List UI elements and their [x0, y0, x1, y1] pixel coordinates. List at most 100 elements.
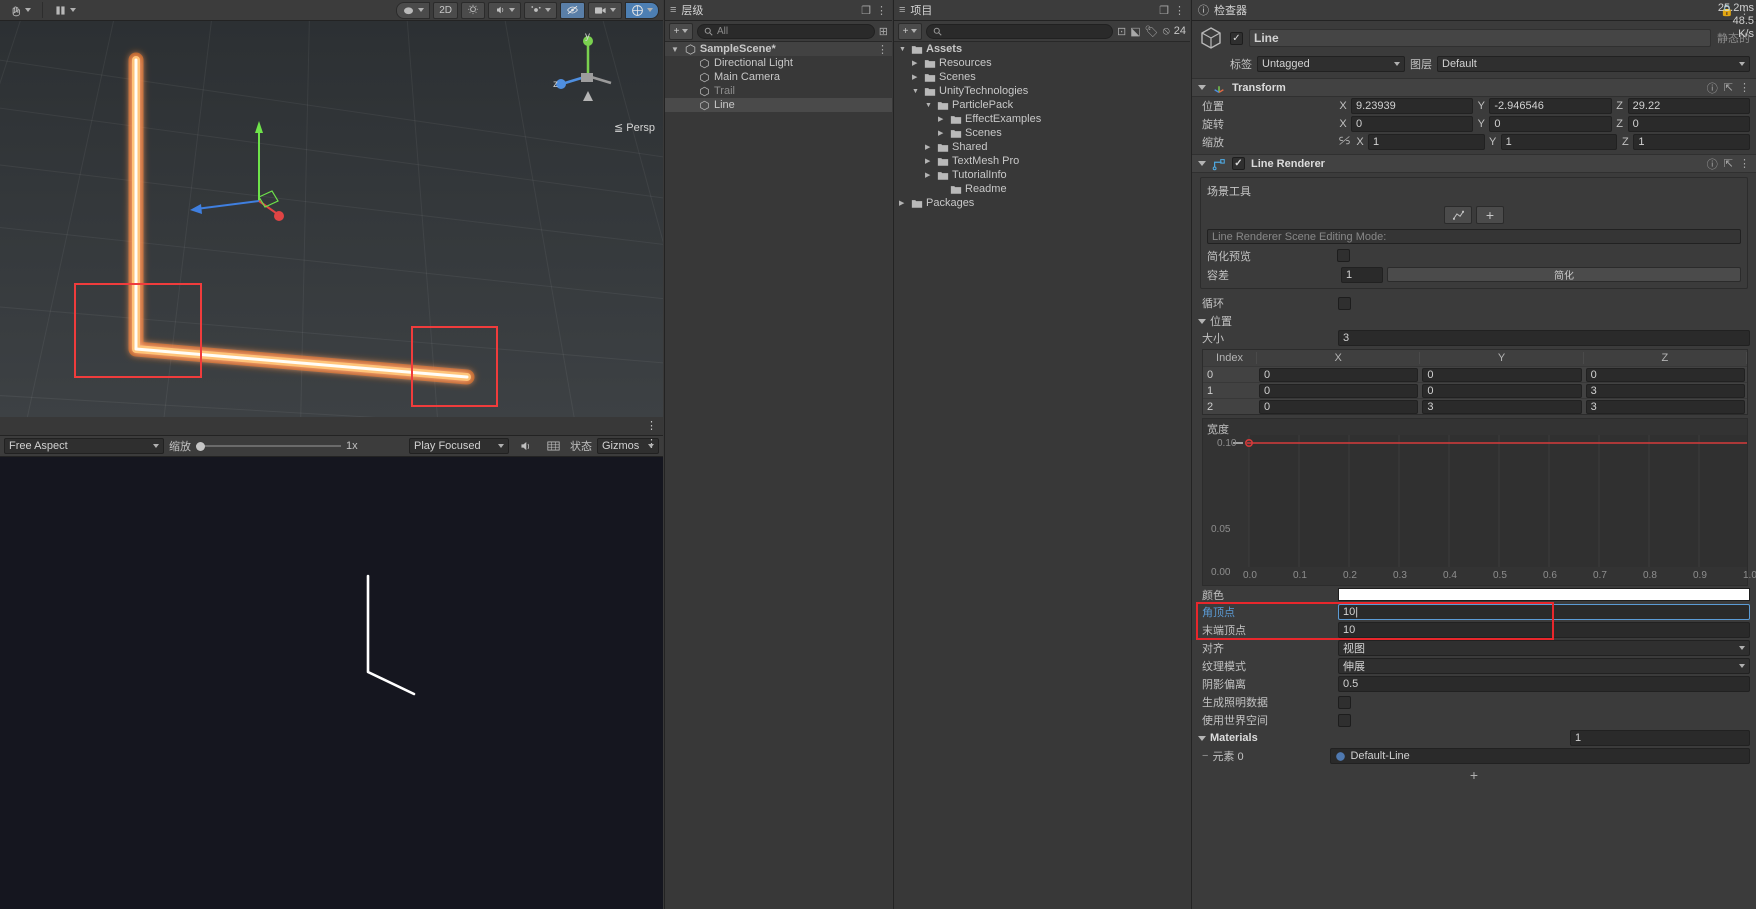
- project-tree-item[interactable]: ▼ Assets: [894, 42, 1190, 56]
- scene-viewport[interactable]: z y ≦ Persp: [0, 21, 663, 417]
- width-curve-graph[interactable]: 宽度 0.10 0.05 0.00 0.0 0.1 0.2 0.3 0.4 0.5 0.6 0.7…: [1202, 418, 1756, 586]
- texture-mode-dropdown[interactable]: 伸展: [1338, 658, 1750, 674]
- scene-view-axis-gizmo[interactable]: z y: [553, 31, 623, 121]
- transform-y-input[interactable]: 0: [1489, 116, 1612, 132]
- position-y-input[interactable]: 3: [1422, 399, 1582, 414]
- scene-hidden-objects-icon[interactable]: [560, 1, 585, 19]
- transform-menu-icon[interactable]: ⋮: [1739, 81, 1750, 94]
- project-tree-item[interactable]: ▼ ParticlePack: [894, 98, 1190, 112]
- transform-z-input[interactable]: 29.22: [1627, 98, 1750, 114]
- generate-lighting-checkbox[interactable]: [1338, 695, 1351, 709]
- project-tree-item[interactable]: ▶ Shared: [894, 140, 1190, 154]
- transform-foldout-icon[interactable]: [1198, 85, 1206, 90]
- foldout-icon[interactable]: ▶: [899, 199, 908, 207]
- hierarchy-item[interactable]: Main Camera: [665, 70, 892, 84]
- project-filter-type-icon[interactable]: ⬕: [1130, 25, 1140, 38]
- materials-count-input[interactable]: 1: [1570, 730, 1750, 746]
- loop-checkbox[interactable]: [1338, 296, 1351, 310]
- corner-vertices-input[interactable]: 10 |: [1338, 604, 1750, 620]
- tag-dropdown[interactable]: Untagged: [1257, 56, 1405, 72]
- position-x-input[interactable]: 0: [1259, 367, 1419, 382]
- scene-view-options-icon[interactable]: ⋮: [646, 419, 657, 432]
- positions-foldout-icon[interactable]: [1198, 318, 1206, 324]
- foldout-icon[interactable]: ▶: [925, 171, 934, 179]
- aspect-ratio-dropdown[interactable]: Free Aspect: [4, 438, 164, 454]
- project-tree-item[interactable]: ▶ Scenes: [894, 126, 1190, 140]
- transform-component-header[interactable]: Transform ⓘ ⇱ ⋮: [1192, 78, 1756, 97]
- shadow-bias-input[interactable]: 0.5: [1338, 676, 1750, 692]
- end-cap-vertices-input[interactable]: 10: [1338, 622, 1750, 638]
- project-menu-icon[interactable]: ≡: [899, 4, 905, 16]
- scene-2d-toggle-button[interactable]: 2D: [433, 1, 458, 19]
- transform-z-input[interactable]: 1: [1633, 134, 1751, 150]
- scene-projection-label[interactable]: ≦ Persp: [614, 121, 655, 134]
- project-tree-item[interactable]: ▶ EffectExamples: [894, 112, 1190, 126]
- line-renderer-menu-icon[interactable]: ⋮: [1739, 157, 1750, 170]
- scene-gizmos-toggle-icon[interactable]: [625, 1, 659, 19]
- materials-foldout-row[interactable]: Materials 1: [1192, 729, 1756, 747]
- foldout-icon[interactable]: ▶: [912, 59, 921, 67]
- position-y-input[interactable]: 0: [1422, 367, 1582, 382]
- transform-y-input[interactable]: 1: [1500, 134, 1618, 150]
- edit-points-button[interactable]: [1444, 206, 1472, 224]
- project-tree-item[interactable]: ▶ TextMesh Pro: [894, 154, 1190, 168]
- hierarchy-options-icon[interactable]: ⋮: [876, 4, 887, 17]
- materials-foldout-icon[interactable]: [1198, 735, 1206, 741]
- color-swatch[interactable]: [1338, 588, 1750, 601]
- line-renderer-enabled-checkbox[interactable]: ✓: [1232, 157, 1245, 170]
- project-tree-item[interactable]: ▶ Scenes: [894, 70, 1190, 84]
- project-tree-item[interactable]: ▼ UnityTechnologies: [894, 84, 1190, 98]
- project-maximize-icon[interactable]: ❐: [1159, 4, 1169, 17]
- position-y-input[interactable]: 0: [1422, 383, 1582, 398]
- game-viewport[interactable]: [0, 457, 663, 909]
- hierarchy-add-button[interactable]: +: [669, 22, 693, 40]
- project-tree-item[interactable]: ▶ Packages: [894, 196, 1190, 210]
- project-tree-item[interactable]: ▶ Resources: [894, 56, 1190, 70]
- transform-y-input[interactable]: -2.946546: [1489, 98, 1612, 114]
- scene-pivot-mode-icon[interactable]: [49, 1, 81, 19]
- scene-lighting-toggle-icon[interactable]: [461, 1, 485, 19]
- positions-foldout-row[interactable]: 位置: [1192, 313, 1756, 329]
- position-x-input[interactable]: 0: [1259, 399, 1419, 414]
- position-x-input[interactable]: 0: [1259, 383, 1419, 398]
- object-name-input[interactable]: Line: [1249, 29, 1711, 47]
- scale-lock-icon[interactable]: [1338, 135, 1351, 149]
- project-filter-label-icon[interactable]: 🏷: [1145, 25, 1159, 38]
- simplify-button[interactable]: 简化: [1387, 267, 1741, 282]
- project-options-icon[interactable]: ⋮: [1174, 4, 1185, 17]
- tab-project[interactable]: 项目: [910, 2, 932, 18]
- game-stats-grid-icon[interactable]: [542, 437, 565, 455]
- scene-audio-toggle-icon[interactable]: [488, 1, 521, 19]
- foldout-icon[interactable]: ▼: [912, 88, 921, 95]
- transform-x-input[interactable]: 1: [1368, 134, 1485, 150]
- foldout-icon[interactable]: ▼: [671, 45, 679, 54]
- scene-fx-toggle-icon[interactable]: [524, 1, 557, 19]
- hierarchy-scene-menu-icon[interactable]: ⋮: [877, 43, 888, 56]
- game-stats-label[interactable]: 状态: [570, 438, 592, 454]
- positions-table-row[interactable]: 2033: [1203, 398, 1747, 414]
- play-focused-dropdown[interactable]: Play Focused: [409, 438, 509, 454]
- tab-inspector[interactable]: 检查器: [1214, 2, 1247, 18]
- scene-shading-mode-button[interactable]: [396, 1, 431, 19]
- foldout-icon[interactable]: ▶: [912, 73, 921, 81]
- line-renderer-preset-icon[interactable]: ⇱: [1724, 157, 1733, 170]
- position-z-input[interactable]: 0: [1585, 367, 1745, 382]
- material-add-icon[interactable]: +: [1192, 767, 1756, 783]
- object-active-checkbox[interactable]: ✓: [1230, 31, 1243, 45]
- hierarchy-item[interactable]: ▼ SampleScene* ⋮: [665, 42, 892, 56]
- game-view-options-icon[interactable]: ⋮: [646, 437, 657, 450]
- hierarchy-menu-icon[interactable]: ≡: [670, 4, 676, 16]
- tolerance-input[interactable]: 1: [1341, 266, 1383, 283]
- scene-camera-settings-icon[interactable]: [588, 1, 622, 19]
- hierarchy-item[interactable]: Line: [665, 98, 892, 112]
- hierarchy-search-input[interactable]: All: [697, 23, 875, 39]
- hierarchy-item[interactable]: Directional Light: [665, 56, 892, 70]
- transform-x-input[interactable]: 9.23939: [1351, 98, 1474, 114]
- line-renderer-component-header[interactable]: ✓ Line Renderer ⓘ ⇱ ⋮: [1192, 154, 1756, 173]
- project-tree-item[interactable]: ▶ TutorialInfo: [894, 168, 1190, 182]
- scene-tool-hand-icon[interactable]: [4, 1, 36, 19]
- project-tree-item[interactable]: Readme: [894, 182, 1190, 196]
- foldout-icon[interactable]: ▶: [925, 143, 934, 151]
- add-point-button[interactable]: +: [1476, 206, 1504, 224]
- foldout-icon[interactable]: ▼: [899, 46, 908, 53]
